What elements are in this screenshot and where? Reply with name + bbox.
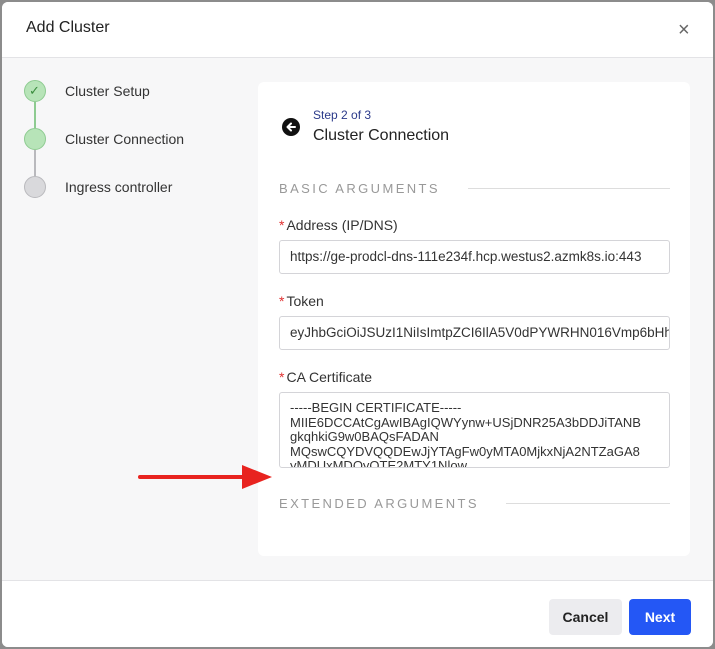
certificate-line: gkqhkiG9w0BAQsFADAN (290, 429, 439, 444)
connection-form-card: Step 2 of 3 Cluster Connection BASIC ARG… (258, 82, 690, 556)
required-mark: * (279, 293, 285, 309)
modal-footer: Cancel Next (2, 580, 713, 647)
certificate-line: MIIE6DCCAtCgAwIBAgIQWYynw+USjDNR25A3bDDJ… (290, 414, 641, 430)
token-input[interactable]: eyJhbGciOiJSUzI1NiIsImtpZCI6IlA5V0dPYWRH… (279, 316, 670, 350)
modal-body: ✓ Cluster Setup Cluster Connection Ingre… (2, 58, 713, 580)
section-divider (506, 503, 670, 504)
token-label: * Token (279, 293, 324, 309)
step-cluster-connection: Cluster Connection (24, 128, 264, 154)
token-label-text: Token (286, 293, 324, 309)
certificate-line: yMDUxMDQyOTE2MTY1Nlow (290, 458, 467, 468)
step-pending-icon (24, 176, 46, 198)
required-mark: * (279, 369, 285, 385)
ca-certificate-label-text: CA Certificate (286, 369, 373, 385)
close-icon[interactable]: × (678, 20, 690, 40)
annotation-arrow-icon (138, 465, 272, 489)
address-input[interactable]: https://ge-prodcl-dns-111e234f.hcp.westu… (279, 240, 670, 274)
step-complete-icon: ✓ (24, 80, 46, 102)
card-title: Cluster Connection (313, 127, 450, 144)
step-cluster-setup: ✓ Cluster Setup (24, 80, 264, 106)
step-active-icon (24, 128, 46, 150)
certificate-line: -----BEGIN CERTIFICATE----- (290, 400, 462, 415)
step-indicator: Step 2 of 3 (313, 108, 372, 122)
step-label: Ingress controller (65, 179, 173, 195)
step-ingress-controller: Ingress controller (24, 176, 264, 202)
ca-certificate-label: * CA Certificate (279, 369, 372, 385)
next-button[interactable]: Next (629, 599, 691, 635)
check-icon: ✓ (29, 83, 40, 98)
address-label-text: Address (IP/DNS) (286, 217, 398, 233)
modal-title: Add Cluster (26, 19, 110, 36)
step-label: Cluster Connection (65, 131, 185, 147)
extended-arguments-heading[interactable]: EXTENDED ARGUMENTS (279, 496, 479, 511)
address-label: * Address (IP/DNS) (279, 217, 398, 233)
section-divider (468, 188, 670, 189)
ca-certificate-textarea[interactable]: -----BEGIN CERTIFICATE----- MIIE6DCCAtCg… (279, 392, 670, 468)
basic-arguments-heading: BASIC ARGUMENTS (279, 181, 440, 196)
step-label: Cluster Setup (65, 83, 150, 99)
certificate-line: MQswCQYDVQQDEwJjYTAgFw0yMTA0MjkxNjA2NTZa… (290, 443, 640, 459)
add-cluster-modal: Add Cluster × ✓ Cluster Setup Cluster Co… (2, 2, 713, 647)
required-mark: * (279, 217, 285, 233)
modal-header: Add Cluster × (2, 2, 713, 58)
back-arrow-icon[interactable] (282, 118, 300, 136)
cancel-button[interactable]: Cancel (549, 599, 622, 635)
